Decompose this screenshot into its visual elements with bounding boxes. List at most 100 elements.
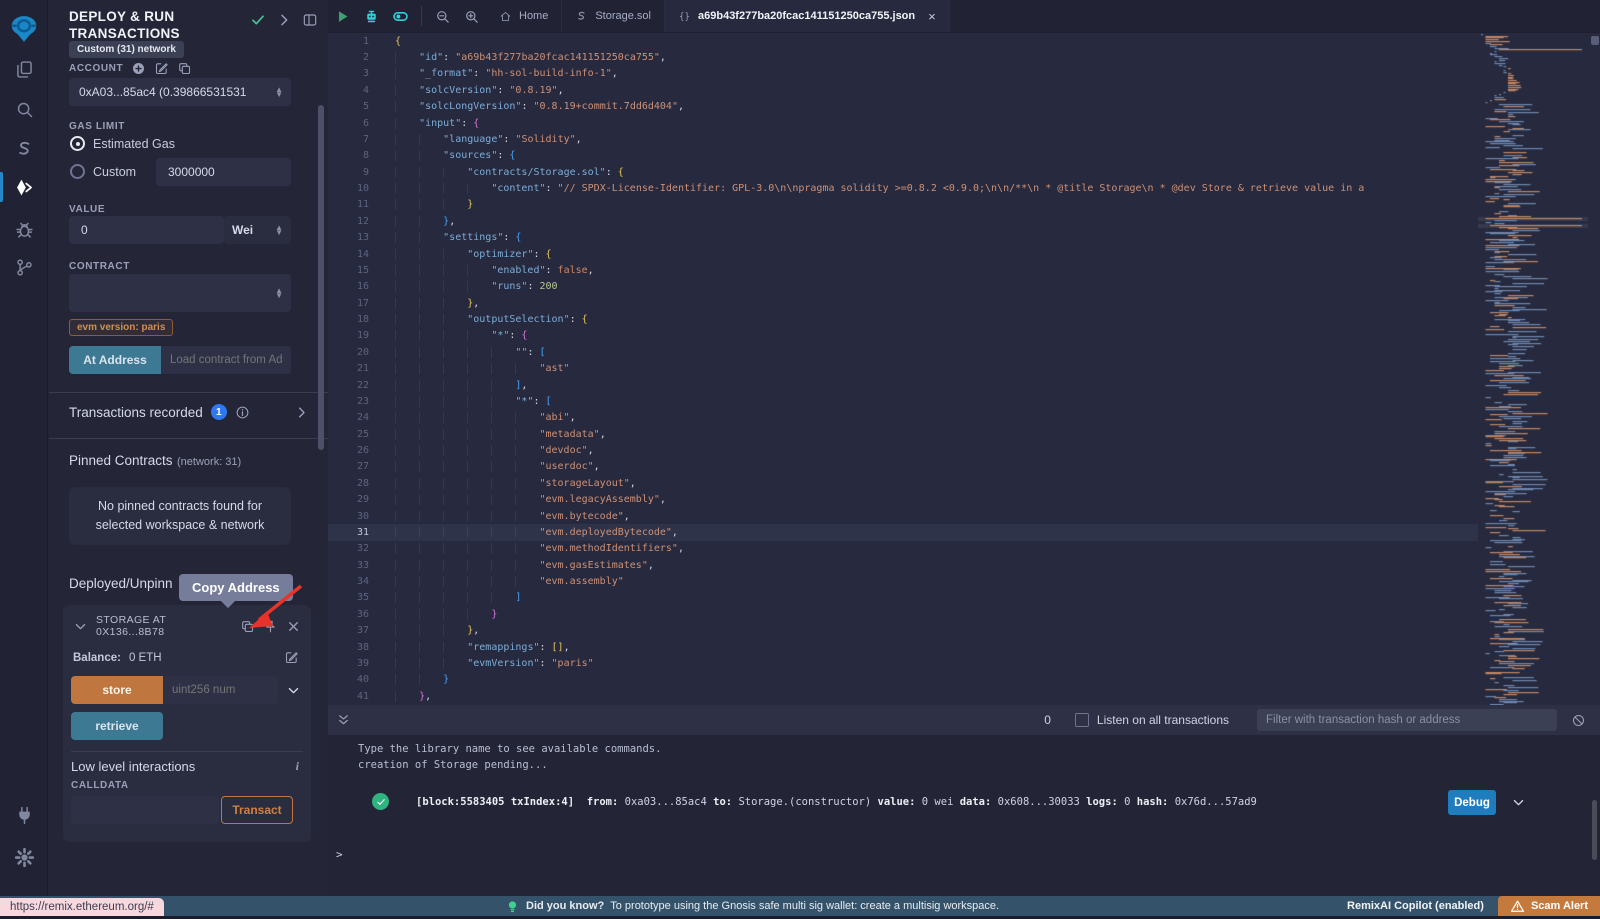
account-select[interactable]: 0xA03...85ac4 (0.39866531531 ▲▼	[69, 78, 291, 106]
terminal-scrollbar[interactable]	[1592, 800, 1597, 860]
copilot-status[interactable]: RemixAI Copilot (enabled)	[1347, 900, 1484, 912]
code-line[interactable]: 11 }	[328, 197, 1478, 213]
git-icon[interactable]	[0, 250, 48, 284]
contract-select[interactable]: ▲▼	[69, 274, 291, 312]
code-line[interactable]: 28 "storageLayout",	[328, 475, 1478, 491]
expand-args-icon[interactable]	[286, 683, 301, 698]
terminal-prompt[interactable]: >	[336, 848, 343, 861]
code-line[interactable]: 24 "abi",	[328, 410, 1478, 426]
code-line[interactable]: 9 "contracts/Storage.sol": {	[328, 164, 1478, 180]
custom-gas-radio[interactable]	[70, 164, 85, 179]
code-line[interactable]: 12 },	[328, 213, 1478, 229]
add-account-icon[interactable]	[131, 61, 146, 76]
solidity-compiler-icon[interactable]	[0, 132, 48, 166]
copy-address-icon[interactable]	[240, 619, 255, 634]
code-line[interactable]: 16 "runs": 200	[328, 279, 1478, 295]
code-line[interactable]: 20 "": [	[328, 344, 1478, 360]
remixai-icon[interactable]	[363, 8, 380, 25]
copy-account-icon[interactable]	[177, 61, 192, 76]
expand-transactions-icon[interactable]	[294, 405, 309, 420]
code-line[interactable]: 10 "content": "// SPDX-License-Identifie…	[328, 180, 1478, 196]
code-line[interactable]: 34 "evm.assembly"	[328, 573, 1478, 589]
info-icon[interactable]	[235, 405, 250, 420]
code-line[interactable]: 18 "outputSelection": {	[328, 311, 1478, 327]
code-line[interactable]: 14 "optimizer": {	[328, 246, 1478, 262]
edit-balance-icon[interactable]	[284, 650, 299, 665]
code-line[interactable]: 35 ]	[328, 590, 1478, 606]
code-line[interactable]: 17 },	[328, 295, 1478, 311]
code-line[interactable]: 21 "ast"	[328, 361, 1478, 377]
settings-icon[interactable]	[0, 840, 48, 874]
search-icon[interactable]	[0, 92, 48, 126]
code-line[interactable]: 2 "id": "a69b43f277ba20fcac141151250ca75…	[328, 49, 1478, 65]
info-icon[interactable]: i	[296, 759, 299, 774]
zoom-out-icon[interactable]	[434, 8, 451, 25]
tab-storage-sol[interactable]: Storage.sol	[562, 0, 665, 32]
code-line[interactable]: 27 "userdoc",	[328, 459, 1478, 475]
panel-scrollbar[interactable]	[318, 105, 324, 450]
tx-log-entry[interactable]: [block:5583405 txIndex:4] from: 0xa03...…	[416, 796, 1257, 808]
code-line[interactable]: 1{	[328, 33, 1478, 49]
code-line[interactable]: 33 "evm.gasEstimates",	[328, 557, 1478, 573]
remix-logo[interactable]	[0, 12, 48, 46]
code-line[interactable]: 3 "_format": "hh-sol-build-info-1",	[328, 66, 1478, 82]
code-line[interactable]: 23 "*": [	[328, 393, 1478, 409]
transact-button[interactable]: Transact	[221, 796, 293, 824]
code-line[interactable]: 36 }	[328, 606, 1478, 622]
code-line[interactable]: 13 "settings": {	[328, 230, 1478, 246]
code-line[interactable]: 41 },	[328, 688, 1478, 704]
collapse-instance-icon[interactable]	[73, 619, 88, 634]
code-line[interactable]: 19 "*": {	[328, 328, 1478, 344]
pin-contract-icon[interactable]	[263, 619, 278, 634]
code-line[interactable]: 31 "evm.deployedBytecode",	[328, 524, 1478, 540]
file-explorer-icon[interactable]	[0, 52, 48, 86]
debug-button[interactable]: Debug	[1448, 790, 1496, 815]
code-line[interactable]: 7 "language": "Solidity",	[328, 131, 1478, 147]
close-tab-icon[interactable]: ×	[928, 9, 936, 24]
edit-account-icon[interactable]	[154, 61, 169, 76]
code-line[interactable]: 39 "evmVersion": "paris"	[328, 655, 1478, 671]
code-line[interactable]: 38 "remappings": [],	[328, 639, 1478, 655]
code-line[interactable]: 4 "solcVersion": "0.8.19",	[328, 82, 1478, 98]
calldata-input[interactable]	[71, 796, 219, 824]
toggle-assistant-icon[interactable]	[392, 8, 409, 25]
code-line[interactable]: 22 ],	[328, 377, 1478, 393]
retrieve-function-button[interactable]: retrieve	[71, 712, 163, 740]
code-area[interactable]: 1{2 "id": "a69b43f277ba20fcac141151250ca…	[328, 33, 1478, 705]
editor-scrollbar[interactable]	[1591, 36, 1599, 45]
code-line[interactable]: 32 "evm.methodIdentifiers",	[328, 541, 1478, 557]
tab-build-info-json[interactable]: a69b43f277ba20fcac141151250ca755.json×	[665, 0, 950, 32]
code-line[interactable]: 26 "devdoc",	[328, 442, 1478, 458]
code-line[interactable]: 25 "metadata",	[328, 426, 1478, 442]
code-line[interactable]: 8 "sources": {	[328, 148, 1478, 164]
run-script-icon[interactable]	[334, 8, 351, 25]
custom-gas-input[interactable]	[156, 158, 291, 186]
pin-panel-icon[interactable]	[302, 12, 318, 28]
store-arg-input[interactable]	[163, 676, 278, 704]
editor-minimap[interactable]	[1478, 33, 1588, 705]
estimated-gas-radio[interactable]	[70, 136, 85, 151]
value-unit-select[interactable]: Wei ▲▼	[224, 216, 291, 244]
deploy-run-icon[interactable]	[0, 170, 48, 204]
stepper-icon[interactable]: ▲▼	[275, 225, 283, 235]
code-line[interactable]: 30 "evm.bytecode",	[328, 508, 1478, 524]
remove-instance-icon[interactable]	[286, 619, 301, 634]
stepper-icon[interactable]: ▲▼	[275, 87, 283, 97]
code-line[interactable]: 40 }	[328, 672, 1478, 688]
code-line[interactable]: 29 "evm.legacyAssembly",	[328, 492, 1478, 508]
expand-tx-icon[interactable]	[1511, 795, 1526, 810]
code-line[interactable]: 5 "solcLongVersion": "0.8.19+commit.7dd6…	[328, 99, 1478, 115]
debugger-icon[interactable]	[0, 212, 48, 246]
plugin-manager-icon[interactable]	[0, 798, 48, 832]
chevron-right-icon[interactable]	[276, 12, 292, 28]
clear-console-icon[interactable]	[1571, 713, 1586, 728]
zoom-in-icon[interactable]	[463, 8, 480, 25]
store-function-button[interactable]: store	[71, 676, 163, 704]
code-line[interactable]: 37 },	[328, 623, 1478, 639]
stepper-icon[interactable]: ▲▼	[275, 288, 283, 298]
scam-alert-button[interactable]: Scam Alert	[1498, 896, 1600, 916]
code-line[interactable]: 6 "input": {	[328, 115, 1478, 131]
filter-transactions-input[interactable]	[1257, 709, 1557, 731]
at-address-button[interactable]: At Address	[69, 346, 161, 374]
load-contract-input[interactable]	[161, 346, 291, 374]
